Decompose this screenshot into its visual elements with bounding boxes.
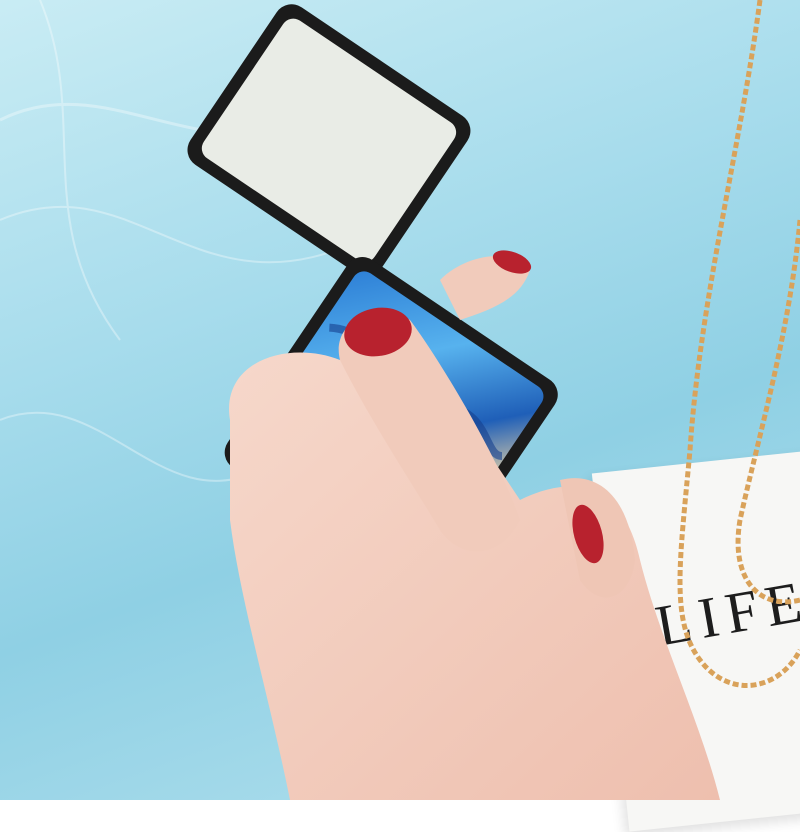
photo-illustration: ula color — [0, 0, 800, 800]
balm-surface — [201, 18, 457, 263]
photo-scene: LIFE — [0, 0, 800, 832]
gold-chain — [677, 0, 800, 688]
